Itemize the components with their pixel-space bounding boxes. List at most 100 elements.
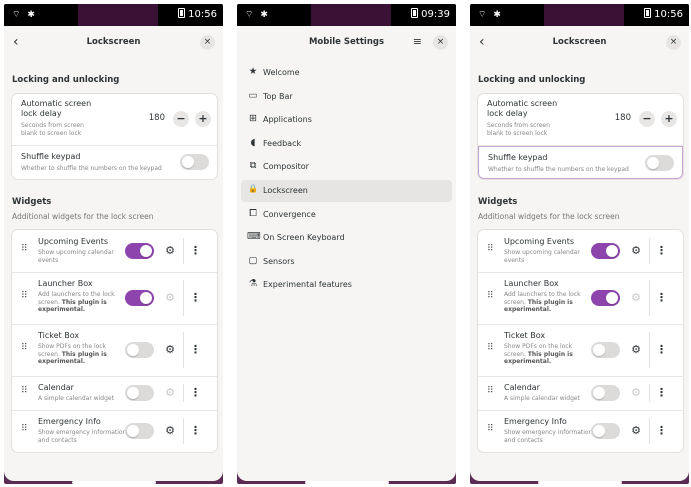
gear-icon[interactable]: ⚙ xyxy=(165,343,175,356)
locking-card: Automatic screen lock delay Seconds from… xyxy=(12,94,217,179)
widget-row: ⠿ Ticket Box Show PDFs on the lock screen.… xyxy=(12,324,217,376)
lock-delay-subtitle: Seconds from screen blank to screen lock xyxy=(487,122,550,137)
widget-description: Show emergency information and contacts xyxy=(504,429,594,444)
widget-toggle[interactable] xyxy=(125,342,154,358)
widget-toggle[interactable] xyxy=(591,385,620,401)
widget-toggle[interactable] xyxy=(591,290,620,306)
gear-icon[interactable]: ⚙ xyxy=(631,291,641,304)
widget-toggle[interactable] xyxy=(591,423,620,439)
widget-toggle[interactable] xyxy=(591,243,620,259)
shuffle-keypad-toggle[interactable] xyxy=(180,154,209,170)
more-options-icon[interactable]: ⋮ xyxy=(190,425,201,436)
lock-delay-title: Automatic screen lock delay xyxy=(21,99,92,118)
separator xyxy=(649,332,650,368)
drag-handle-icon[interactable]: ⠿ xyxy=(487,344,494,353)
close-button[interactable]: × xyxy=(666,35,681,50)
widget-toggle[interactable] xyxy=(125,290,154,306)
nav-item-lockscreen[interactable]: 🔒 Lockscreen xyxy=(241,180,452,202)
gear-icon[interactable]: ⚙ xyxy=(165,291,175,304)
gear-icon[interactable]: ⚙ xyxy=(165,424,175,437)
hamburger-menu-icon[interactable]: ≡ xyxy=(413,35,422,48)
gear-icon[interactable]: ⚙ xyxy=(631,244,641,257)
separator xyxy=(649,238,650,264)
lock-delay-row: Automatic screen lock delay Seconds from… xyxy=(12,94,217,144)
drag-handle-icon[interactable]: ⠿ xyxy=(21,344,28,353)
nav-item-top-bar[interactable]: ▭ Top Bar xyxy=(241,86,452,108)
header-bar: ‹ Lockscreen × xyxy=(4,26,223,60)
more-options-icon[interactable]: ⋮ xyxy=(656,245,667,256)
section-title-widgets: Widgets xyxy=(478,197,518,207)
more-options-icon[interactable]: ⋮ xyxy=(190,292,201,303)
gear-icon[interactable]: ⚙ xyxy=(165,386,175,399)
gear-icon[interactable]: ⚙ xyxy=(631,424,641,437)
divider xyxy=(12,410,217,411)
drag-handle-icon[interactable]: ⠿ xyxy=(21,245,28,254)
more-options-icon[interactable]: ⋮ xyxy=(656,344,667,355)
gear-icon[interactable]: ⚙ xyxy=(631,343,641,356)
widget-toggle[interactable] xyxy=(125,423,154,439)
nav-item-sensors[interactable]: ▢ Sensors xyxy=(241,251,452,273)
wifi-bluetooth-icons: ⌔ ✱ xyxy=(478,10,503,20)
widget-description: A simple calendar widget xyxy=(38,395,128,403)
widget-toggle[interactable] xyxy=(125,385,154,401)
section-subtitle-widgets: Additional widgets for the lock screen xyxy=(478,212,620,221)
lock-delay-subtitle: Seconds from screen blank to screen lock xyxy=(21,122,84,137)
status-bar: ⌔ ✱ 10:56 xyxy=(4,4,223,26)
drag-handle-icon[interactable]: ⠿ xyxy=(487,292,494,301)
status-bar: ⌔ ✱ 09:39 xyxy=(237,4,456,26)
drag-handle-icon[interactable]: ⠿ xyxy=(487,387,494,396)
drag-handle-icon[interactable]: ⠿ xyxy=(487,245,494,254)
increase-button[interactable]: + xyxy=(195,111,211,127)
nav-item-welcome[interactable]: ★ Welcome xyxy=(241,62,452,84)
flask-icon: ⚗ xyxy=(248,278,258,290)
widget-toggle[interactable] xyxy=(125,243,154,259)
close-button[interactable]: × xyxy=(200,35,215,50)
close-button[interactable]: × xyxy=(433,35,448,50)
widget-title: Calendar xyxy=(504,383,540,392)
more-options-icon[interactable]: ⋮ xyxy=(190,387,201,398)
battery-icon xyxy=(411,8,419,18)
nav-item-feedback[interactable]: ◖ Feedback xyxy=(241,133,452,155)
widget-row: ⠿ Emergency Info Show emergency informatio… xyxy=(478,410,683,452)
shuffle-keypad-toggle[interactable] xyxy=(645,155,674,171)
page-title: Mobile Settings xyxy=(308,37,385,47)
more-options-icon[interactable]: ⋮ xyxy=(190,344,201,355)
header-bar: ‹ Lockscreen × xyxy=(470,26,689,60)
more-options-icon[interactable]: ⋮ xyxy=(656,292,667,303)
nav-item-experimental-features[interactable]: ⚗ Experimental features xyxy=(241,274,452,296)
shuffle-keypad-row[interactable]: Shuffle keypad Whether to shuffle the nu… xyxy=(12,146,217,179)
nav-item-applications[interactable]: ⊞ Applications xyxy=(241,109,452,131)
widget-toggle[interactable] xyxy=(591,342,620,358)
decrease-button[interactable]: − xyxy=(639,111,655,127)
decrease-button[interactable]: − xyxy=(173,111,189,127)
app-window: ‹ Lockscreen × Locking and unlocking Aut… xyxy=(470,26,689,481)
widget-description-text: Show emergency information and contacts xyxy=(38,429,127,444)
more-options-icon[interactable]: ⋮ xyxy=(190,245,201,256)
drag-handle-icon[interactable]: ⠿ xyxy=(21,425,28,434)
drag-handle-icon[interactable]: ⠿ xyxy=(487,425,494,434)
widget-row: ⠿ Ticket Box Show PDFs on the lock screen.… xyxy=(478,324,683,376)
wifi-bluetooth-icons: ⌔ ✱ xyxy=(12,10,37,20)
nav-item-compositor[interactable]: ⧉ Compositor xyxy=(241,156,452,178)
nav-item-convergence[interactable]: ⧠ Convergence xyxy=(241,204,452,226)
locking-card: Automatic screen lock delay Seconds from… xyxy=(478,94,683,179)
nav-item-label: Welcome xyxy=(263,68,300,77)
nav-item-on-screen-keyboard[interactable]: ⌨ On Screen Keyboard xyxy=(241,227,452,249)
divider xyxy=(478,324,683,325)
separator xyxy=(183,238,184,264)
increase-button[interactable]: + xyxy=(661,111,677,127)
shuffle-keypad-row-focused[interactable]: Shuffle keypad Whether to shuffle the nu… xyxy=(478,146,683,179)
widget-description: Show upcoming calendar events xyxy=(38,249,128,264)
widget-title: Launcher Box xyxy=(504,279,559,288)
drag-handle-icon[interactable]: ⠿ xyxy=(21,387,28,396)
drag-handle-icon[interactable]: ⠿ xyxy=(21,292,28,301)
nav-item-label: Sensors xyxy=(263,256,295,266)
more-options-icon[interactable]: ⋮ xyxy=(656,387,667,398)
widget-row: ⠿ Emergency Info Show emergency informatio… xyxy=(12,410,217,452)
more-options-icon[interactable]: ⋮ xyxy=(656,425,667,436)
gear-icon[interactable]: ⚙ xyxy=(631,386,641,399)
separator xyxy=(183,280,184,316)
separator xyxy=(649,418,650,444)
gear-icon[interactable]: ⚙ xyxy=(165,244,175,257)
separator xyxy=(649,384,650,402)
